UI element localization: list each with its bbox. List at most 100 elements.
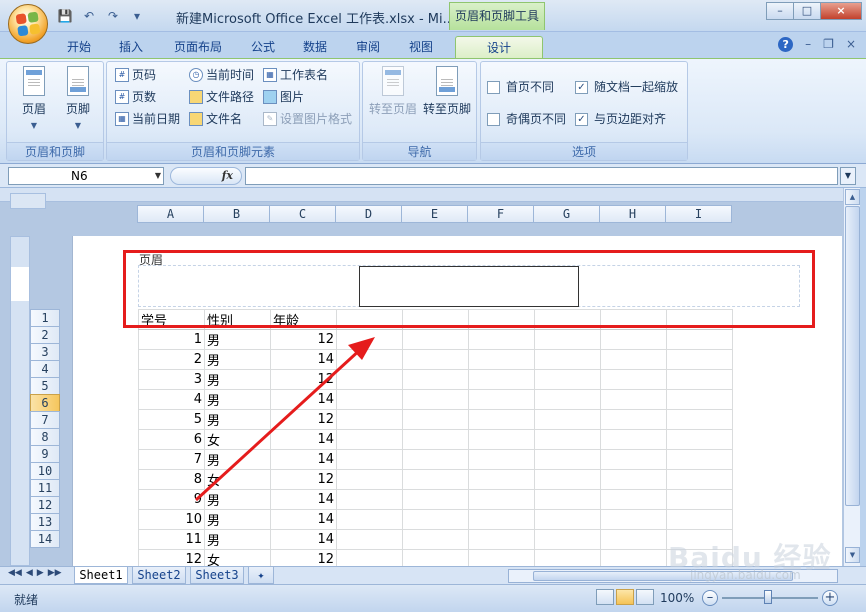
scroll-up-icon[interactable]: ▲ bbox=[845, 189, 860, 205]
cell[interactable] bbox=[468, 449, 535, 470]
column-header[interactable]: B bbox=[203, 205, 270, 223]
header-center-section[interactable] bbox=[359, 266, 579, 307]
prev-sheet-icon[interactable]: ◀ bbox=[26, 568, 33, 578]
tab-7[interactable]: 设计 bbox=[455, 36, 543, 58]
cell[interactable]: 12 bbox=[270, 329, 337, 350]
cell[interactable] bbox=[336, 409, 403, 430]
insert-sheet-icon[interactable]: ✦ bbox=[248, 567, 274, 584]
cell[interactable] bbox=[468, 509, 535, 530]
cell[interactable]: 12 bbox=[138, 549, 205, 566]
row-header[interactable]: 13 bbox=[30, 513, 60, 531]
cell[interactable] bbox=[666, 489, 733, 510]
cell[interactable] bbox=[336, 389, 403, 410]
cell[interactable]: 7 bbox=[138, 449, 205, 470]
cell[interactable]: 14 bbox=[270, 489, 337, 510]
horizontal-scrollbar[interactable] bbox=[508, 569, 838, 583]
expand-formula-bar-icon[interactable]: ▼ bbox=[840, 167, 856, 185]
cell[interactable] bbox=[600, 349, 667, 370]
cell[interactable] bbox=[666, 449, 733, 470]
picture-button[interactable]: 图片 bbox=[263, 88, 304, 106]
zoom-slider-thumb[interactable] bbox=[764, 590, 772, 604]
cell[interactable]: 11 bbox=[138, 529, 205, 550]
office-button[interactable] bbox=[8, 4, 48, 44]
cell[interactable] bbox=[468, 349, 535, 370]
goto-footer-button[interactable]: 转至页脚 bbox=[421, 66, 473, 117]
undo-icon[interactable]: ↶ bbox=[80, 7, 98, 25]
row-header[interactable]: 6 bbox=[30, 394, 60, 412]
cell[interactable] bbox=[600, 429, 667, 450]
cell[interactable]: 8 bbox=[138, 469, 205, 490]
cell[interactable]: 男 bbox=[204, 449, 271, 470]
cell[interactable] bbox=[336, 449, 403, 470]
cell[interactable] bbox=[402, 509, 469, 530]
cell[interactable] bbox=[336, 469, 403, 490]
cell[interactable] bbox=[666, 369, 733, 390]
current-time-button[interactable]: ◷ 当前时间 bbox=[189, 66, 254, 84]
cell[interactable]: 女 bbox=[204, 469, 271, 490]
row-header[interactable]: 4 bbox=[30, 360, 60, 378]
horizontal-scrollbar-thumb[interactable] bbox=[533, 571, 793, 581]
vertical-scrollbar[interactable]: ▲ ▼ bbox=[843, 188, 860, 566]
sheet-tab-3[interactable]: Sheet3 bbox=[190, 567, 244, 584]
cell[interactable] bbox=[600, 489, 667, 510]
file-path-button[interactable]: 文件路径 bbox=[189, 88, 254, 106]
cell[interactable]: 12 bbox=[270, 549, 337, 566]
cell[interactable] bbox=[402, 369, 469, 390]
cell[interactable]: 5 bbox=[138, 409, 205, 430]
cell[interactable] bbox=[534, 509, 601, 530]
first-sheet-icon[interactable]: ◀◀ bbox=[8, 568, 22, 578]
cell[interactable]: 1 bbox=[138, 329, 205, 350]
cell[interactable]: 14 bbox=[270, 349, 337, 370]
cell[interactable]: 14 bbox=[270, 389, 337, 410]
row-header[interactable]: 2 bbox=[30, 326, 60, 344]
tab-0[interactable]: 开始 bbox=[62, 36, 96, 58]
cell[interactable] bbox=[534, 549, 601, 566]
row-header[interactable]: 3 bbox=[30, 343, 60, 361]
ribbon-close-icon[interactable]: × bbox=[846, 37, 856, 52]
goto-header-button[interactable]: 转至页眉 bbox=[367, 66, 419, 117]
cell[interactable] bbox=[534, 449, 601, 470]
cell[interactable] bbox=[468, 409, 535, 430]
cell[interactable]: 性别 bbox=[204, 309, 271, 330]
cell[interactable]: 12 bbox=[270, 409, 337, 430]
format-picture-button[interactable]: ✎ 设置图片格式 bbox=[263, 110, 352, 128]
align-with-margins-checkbox[interactable]: ✓ 与页边距对齐 bbox=[575, 110, 666, 128]
cell[interactable]: 9 bbox=[138, 489, 205, 510]
cell[interactable] bbox=[534, 529, 601, 550]
cell[interactable]: 男 bbox=[204, 409, 271, 430]
ribbon-minimize-icon[interactable]: – bbox=[805, 37, 811, 52]
tab-1[interactable]: 插入 bbox=[114, 36, 148, 58]
file-name-button[interactable]: 文件名 bbox=[189, 110, 242, 128]
cell[interactable] bbox=[402, 449, 469, 470]
column-header[interactable]: E bbox=[401, 205, 468, 223]
last-sheet-icon[interactable]: ▶▶ bbox=[48, 568, 62, 578]
cell[interactable] bbox=[534, 429, 601, 450]
cell[interactable] bbox=[600, 449, 667, 470]
cell[interactable] bbox=[468, 429, 535, 450]
help-icon[interactable]: ? bbox=[778, 37, 794, 52]
cell[interactable] bbox=[468, 329, 535, 350]
tab-6[interactable]: 视图 bbox=[404, 36, 438, 58]
cell[interactable] bbox=[666, 509, 733, 530]
cell[interactable] bbox=[468, 309, 535, 330]
scale-with-document-checkbox[interactable]: ✓ 随文档一起缩放 bbox=[575, 78, 678, 96]
zoom-level[interactable]: 100% bbox=[660, 591, 694, 605]
cell[interactable] bbox=[534, 489, 601, 510]
minimize-button[interactable]: – bbox=[766, 2, 794, 20]
cell[interactable] bbox=[666, 429, 733, 450]
cell[interactable] bbox=[468, 469, 535, 490]
cell[interactable] bbox=[600, 309, 667, 330]
tab-4[interactable]: 数据 bbox=[298, 36, 332, 58]
row-header[interactable]: 1 bbox=[30, 309, 60, 327]
cell[interactable] bbox=[534, 469, 601, 490]
cell[interactable] bbox=[600, 369, 667, 390]
cell[interactable]: 12 bbox=[270, 369, 337, 390]
column-header[interactable]: A bbox=[137, 205, 204, 223]
row-header[interactable]: 11 bbox=[30, 479, 60, 497]
cell[interactable]: 14 bbox=[270, 509, 337, 530]
cell[interactable]: 6 bbox=[138, 429, 205, 450]
cell[interactable]: 男 bbox=[204, 349, 271, 370]
cell[interactable] bbox=[600, 509, 667, 530]
customize-qat-icon[interactable]: ▾ bbox=[128, 7, 146, 25]
cell[interactable] bbox=[666, 409, 733, 430]
